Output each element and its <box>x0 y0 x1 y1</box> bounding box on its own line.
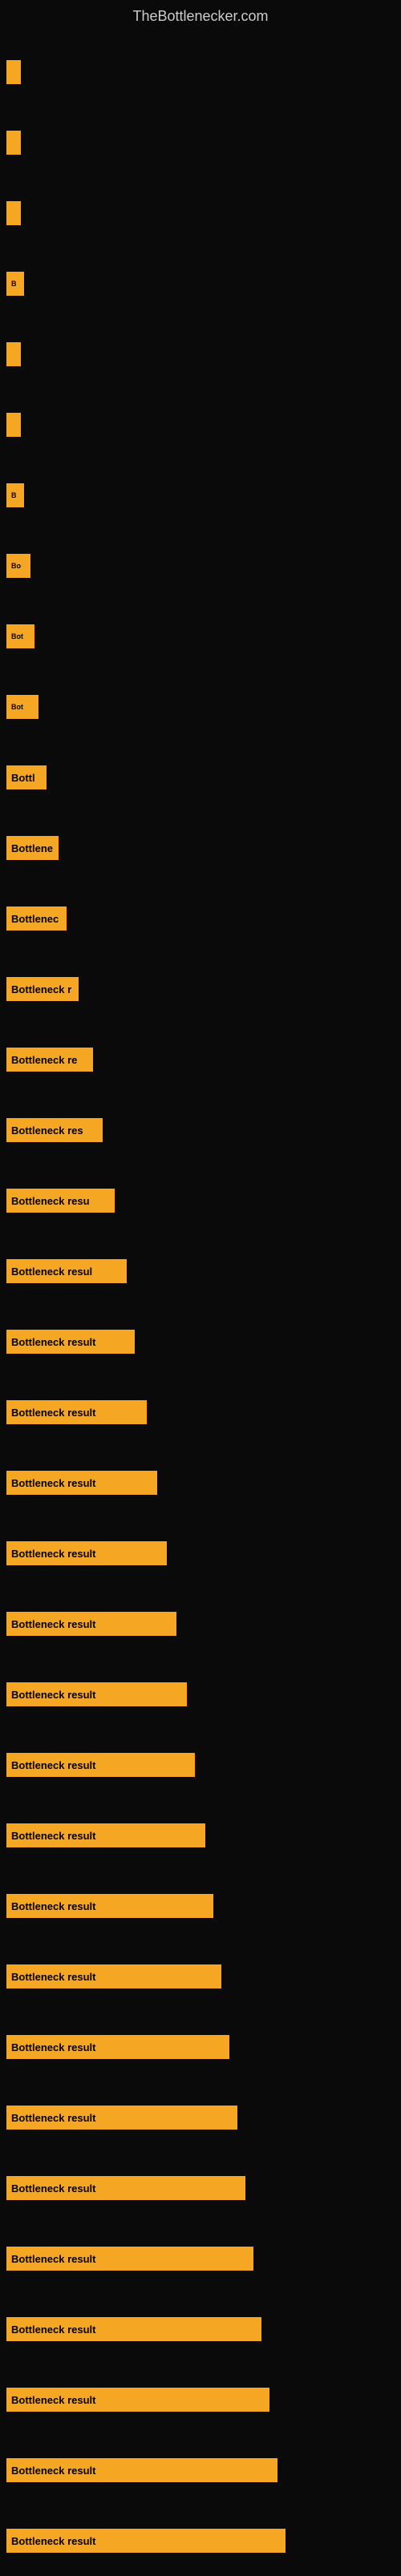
bar-row: Bottleneck result <box>0 2012 401 2082</box>
bar-row <box>0 107 401 178</box>
bar-label: Bottleneck result <box>6 1823 205 1847</box>
bar-label: Bottleneck result <box>6 1330 135 1354</box>
bar-label <box>6 60 21 84</box>
bar-label: Bottleneck result <box>6 1612 176 1636</box>
bar-row: Bottleneck result <box>0 1800 401 1871</box>
bar-row <box>0 37 401 107</box>
bar-row: Bottleneck result <box>0 1941 401 2012</box>
bar-row: Bo <box>0 531 401 601</box>
bar-row: Bot <box>0 672 401 742</box>
bar-row: Bottleneck resul <box>0 1236 401 1306</box>
site-title: TheBottlenecker.com <box>0 0 401 29</box>
bar-label: Bottlenec <box>6 906 67 931</box>
bar-row <box>0 319 401 390</box>
bar-row: B <box>0 248 401 319</box>
bar-label: Bottleneck result <box>6 2176 245 2200</box>
bar-row: Bottleneck result <box>0 2435 401 2505</box>
bar-label: Bottleneck resu <box>6 1189 115 1213</box>
bar-row: Bottleneck result <box>0 1306 401 1377</box>
bar-label <box>6 413 21 437</box>
bar-row: Bottleneck res <box>0 1095 401 1165</box>
bar-row <box>0 178 401 248</box>
bar-label: Bot <box>6 624 34 648</box>
bar-row: Bottleneck resu <box>0 1165 401 1236</box>
bar-row: Bottleneck result <box>0 1447 401 1518</box>
bar-label: Bottleneck r <box>6 977 79 1001</box>
bar-label: Bottleneck result <box>6 2247 253 2271</box>
bar-label <box>6 131 21 155</box>
bar-row: Bottleneck result <box>0 2505 401 2576</box>
bar-row: B <box>0 460 401 531</box>
bar-label: B <box>6 483 24 507</box>
bar-row: Bottleneck result <box>0 2364 401 2435</box>
bar-row: Bottleneck r <box>0 954 401 1024</box>
bar-label: Bottleneck result <box>6 2529 286 2553</box>
bar-label <box>6 201 21 225</box>
bar-row: Bottlene <box>0 813 401 883</box>
bar-row: Bottleneck result <box>0 2082 401 2153</box>
bar-label: Bottleneck result <box>6 1541 167 1565</box>
bar-row: Bottlenec <box>0 883 401 954</box>
bar-label <box>6 342 21 366</box>
bar-label: Bottleneck result <box>6 1400 147 1424</box>
bar-label: Bottleneck re <box>6 1048 93 1072</box>
bar-label: Bottleneck resul <box>6 1259 127 1283</box>
bar-label: Bottlene <box>6 836 59 860</box>
bar-row: Bottleneck result <box>0 1589 401 1659</box>
bar-row: Bottleneck result <box>0 1871 401 1941</box>
bar-label: Bottleneck result <box>6 1894 213 1918</box>
site-title-container: TheBottlenecker.com <box>0 0 401 29</box>
bar-label: Bottl <box>6 765 47 789</box>
bar-label: Bot <box>6 695 38 719</box>
bar-label: Bottleneck result <box>6 2458 277 2482</box>
bar-label: Bo <box>6 554 30 578</box>
bars-container: B B Bo Bot Bot Bottl Bottlene Bottlenec Bottlene… <box>0 29 401 2576</box>
bar-label: Bottleneck result <box>6 1682 187 1706</box>
bar-row: Bottleneck result <box>0 1659 401 1730</box>
bar-label: Bottleneck result <box>6 1471 157 1495</box>
bar-row: Bottleneck result <box>0 2223 401 2294</box>
bar-label: Bottleneck result <box>6 1964 221 1989</box>
bar-label: Bottleneck result <box>6 2317 261 2341</box>
bar-row: Bottleneck result <box>0 2153 401 2223</box>
bar-label: B <box>6 272 24 296</box>
bar-row: Bottleneck re <box>0 1024 401 1095</box>
bar-label: Bottleneck result <box>6 1753 195 1777</box>
bar-label: Bottleneck result <box>6 2035 229 2059</box>
bar-row <box>0 390 401 460</box>
bar-row: Bottl <box>0 742 401 813</box>
bar-label: Bottleneck result <box>6 2388 269 2412</box>
bar-row: Bottleneck result <box>0 1377 401 1447</box>
bar-row: Bot <box>0 601 401 672</box>
bar-row: Bottleneck result <box>0 2294 401 2364</box>
bar-label: Bottleneck res <box>6 1118 103 1142</box>
bar-row: Bottleneck result <box>0 1730 401 1800</box>
bar-label: Bottleneck result <box>6 2106 237 2130</box>
bar-row: Bottleneck result <box>0 1518 401 1589</box>
